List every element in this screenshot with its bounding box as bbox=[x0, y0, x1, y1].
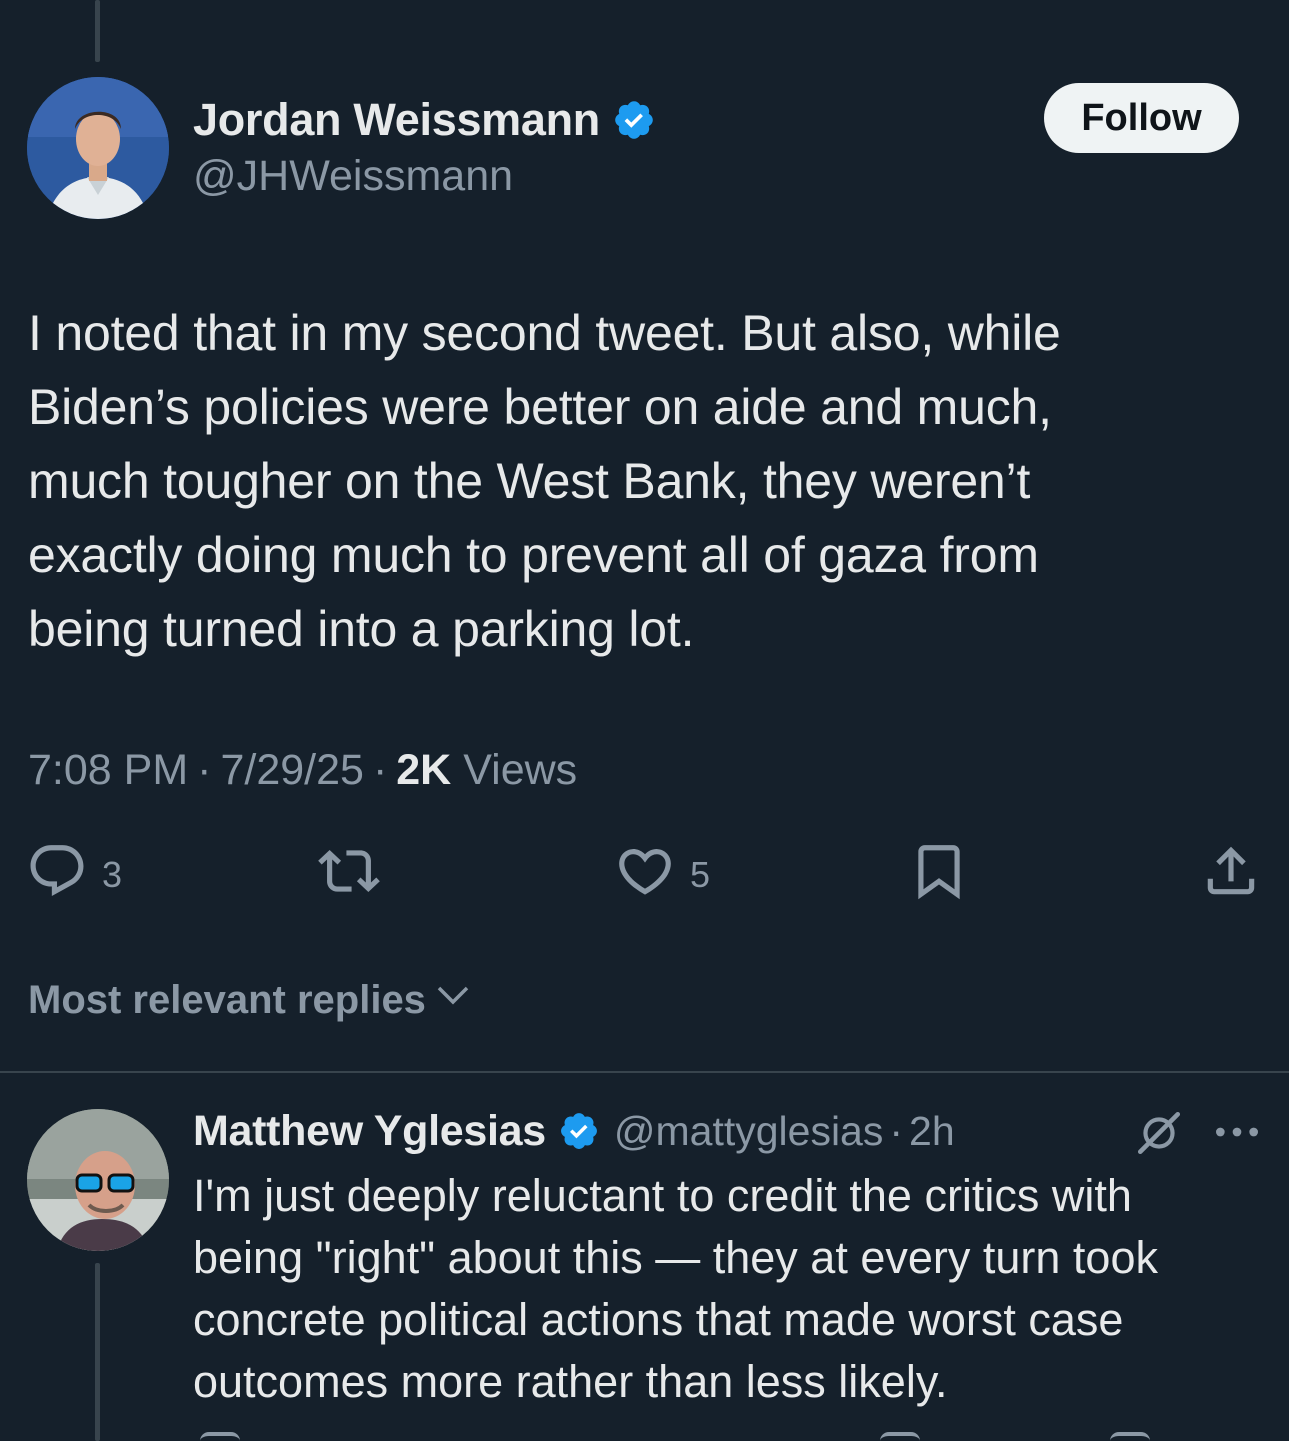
reply-count: 3 bbox=[102, 854, 123, 895]
bookmark-button[interactable] bbox=[908, 840, 970, 910]
replies-sort-label: Most relevant replies bbox=[28, 977, 426, 1022]
reply-text-line: I'm just deeply reluctant to credit the … bbox=[193, 1170, 1132, 1221]
bookmark-icon bbox=[908, 840, 970, 911]
like-icon[interactable] bbox=[880, 1432, 920, 1441]
reply-header: Matthew Yglesias @mattyglesias · 2h bbox=[193, 1103, 955, 1159]
tweet-actions: 3 5 bbox=[0, 840, 1289, 910]
reply-text: I'm just deeply reluctant to credit the … bbox=[193, 1165, 1273, 1413]
thread-line bbox=[95, 1263, 100, 1441]
tweet-text-line: much tougher on the West Bank, they were… bbox=[28, 453, 1031, 509]
tweet-date[interactable]: 7/29/25 bbox=[220, 746, 363, 795]
retweet-button[interactable] bbox=[318, 840, 394, 910]
thread-line bbox=[95, 0, 100, 62]
tweet-text-line: exactly doing much to prevent all of gaz… bbox=[28, 527, 1039, 583]
reply-author-avatar[interactable] bbox=[27, 1109, 169, 1251]
reply-text-line: outcomes more rather than less likely. bbox=[193, 1356, 948, 1407]
bookmark-icon[interactable] bbox=[1110, 1432, 1150, 1441]
grok-icon[interactable] bbox=[1134, 1108, 1184, 1158]
author-handle[interactable]: @JHWeissmann bbox=[193, 152, 513, 201]
meta-separator: · bbox=[372, 745, 388, 794]
tweet-detail-page: Jordan Weissmann @JHWeissmann Follow I n… bbox=[0, 0, 1289, 1441]
reply-time[interactable]: 2h bbox=[909, 1108, 955, 1155]
share-button[interactable] bbox=[1200, 840, 1262, 910]
tweet-text: I noted that in my second tweet. But als… bbox=[28, 296, 1258, 666]
author-avatar[interactable] bbox=[27, 77, 169, 219]
reply-actions-peek bbox=[0, 1432, 1289, 1441]
more-icon[interactable] bbox=[1212, 1110, 1262, 1154]
retweet-icon bbox=[318, 840, 380, 911]
chevron-down-icon bbox=[426, 974, 474, 1026]
reply-button[interactable]: 3 bbox=[26, 840, 122, 910]
replies-sort-dropdown[interactable]: Most relevant replies bbox=[28, 972, 474, 1028]
tweet-meta: 7:08 PM · 7/29/25 · 2K Views bbox=[28, 740, 577, 800]
reply-author-handle[interactable]: @mattyglesias bbox=[614, 1108, 883, 1155]
tweet-text-line: I noted that in my second tweet. But als… bbox=[28, 305, 1061, 361]
verified-badge-icon bbox=[558, 1110, 600, 1152]
reply-text-line: being "right" about this — they at every… bbox=[193, 1232, 1158, 1283]
views-count[interactable]: 2K bbox=[396, 746, 451, 795]
verified-badge-icon bbox=[612, 98, 656, 142]
tweet-text-line: being turned into a parking lot. bbox=[28, 601, 695, 657]
like-button[interactable]: 5 bbox=[614, 840, 710, 910]
views-label[interactable]: Views bbox=[463, 746, 577, 795]
like-icon bbox=[614, 840, 676, 911]
like-count: 5 bbox=[690, 854, 711, 895]
tweet-text-line: Biden’s policies were better on aide and… bbox=[28, 379, 1052, 435]
author-display-name[interactable]: Jordan Weissmann bbox=[193, 94, 600, 146]
meta-separator: · bbox=[889, 1107, 904, 1154]
reply-text-line: concrete political actions that made wor… bbox=[193, 1294, 1124, 1345]
author-name-row[interactable]: Jordan Weissmann bbox=[193, 92, 656, 148]
reply-icon[interactable] bbox=[200, 1432, 240, 1441]
reply-author-display-name[interactable]: Matthew Yglesias bbox=[193, 1107, 546, 1156]
share-icon bbox=[1200, 840, 1262, 911]
follow-button[interactable]: Follow bbox=[1044, 83, 1239, 153]
tweet-time[interactable]: 7:08 PM bbox=[28, 746, 188, 795]
section-divider bbox=[0, 1071, 1289, 1073]
meta-separator: · bbox=[197, 745, 212, 794]
reply-icon bbox=[26, 840, 88, 911]
